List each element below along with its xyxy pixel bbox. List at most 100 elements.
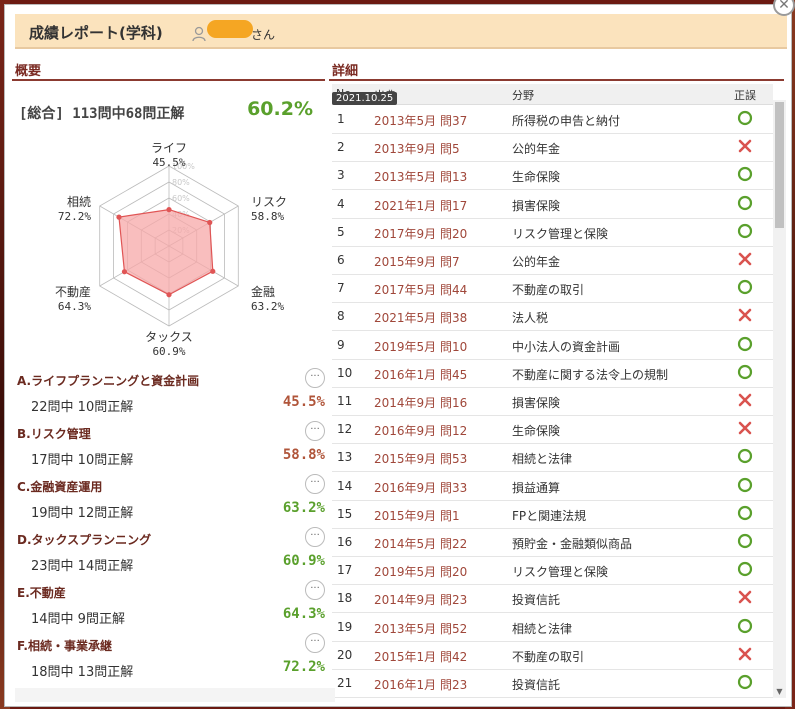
- wrong-icon: [738, 309, 752, 322]
- category-score: 23問中 14問正解: [31, 559, 134, 574]
- row-source-link[interactable]: 2017年5月 問44: [374, 281, 467, 298]
- table-row[interactable]: 11 2014年9月 問16 損害保険: [332, 387, 773, 416]
- more-button[interactable]: ···: [305, 580, 325, 600]
- table-row[interactable]: 19 2013年5月 問52 相続と法律: [332, 613, 773, 642]
- row-source-link[interactable]: 2014年9月 問23: [374, 591, 467, 608]
- category-title: B.リスク管理: [17, 427, 91, 441]
- row-number: 16: [337, 535, 353, 549]
- correct-icon: [737, 110, 753, 126]
- row-source-link[interactable]: 2014年9月 問16: [374, 394, 467, 411]
- radar-point: [210, 268, 216, 274]
- row-field: リスク管理と保険: [512, 565, 609, 580]
- row-field: 生命保険: [512, 170, 561, 185]
- table-row[interactable]: 1 2013年5月 問37 所得税の申告と納付: [332, 105, 773, 134]
- wrong-icon: [738, 139, 752, 153]
- row-number: 8: [337, 309, 345, 324]
- table-row[interactable]: 3 2013年5月 問13 生命保険: [332, 161, 773, 191]
- category-percent: 64.3%: [282, 606, 325, 622]
- table-row[interactable]: 9 2019年5月 問10 中小法人の資金計画: [332, 331, 773, 360]
- category-score: 14問中 9問正解: [31, 612, 125, 627]
- radar-grid-label: 80%: [172, 178, 190, 187]
- radar-point: [166, 292, 172, 298]
- table-row[interactable]: 21 2016年1月 問23 投資信託: [332, 669, 773, 698]
- detail-table: No 出典 分野 正誤 1 2013年5月 問37 所得税の申告と納付 2 2013年9…: [332, 84, 773, 698]
- row-number: 3: [337, 168, 345, 183]
- summary-section-title: 概要: [15, 64, 42, 79]
- table-row[interactable]: 2 2013年9月 問5 公的年金: [332, 133, 773, 163]
- row-source-link[interactable]: 2016年9月 問33: [374, 479, 467, 496]
- more-button[interactable]: ···: [305, 633, 325, 653]
- radar-axis-percent: 60.9%: [152, 345, 185, 355]
- more-button[interactable]: ···: [305, 474, 325, 494]
- table-row[interactable]: 6 2015年9月 問7 公的年金: [332, 246, 773, 275]
- row-source-link[interactable]: 2013年5月 問13: [374, 168, 467, 185]
- row-source-link[interactable]: 2015年1月 問42: [374, 648, 467, 665]
- row-number: 10: [337, 365, 353, 380]
- table-header: No 出典 分野 正誤: [332, 84, 773, 105]
- table-row[interactable]: 15 2015年9月 問1 FPと関連法規: [332, 500, 773, 529]
- table-row[interactable]: 13 2015年9月 問53 相続と法律: [332, 443, 773, 473]
- wrong-icon: [738, 421, 752, 435]
- scroll-thumb[interactable]: [775, 102, 784, 228]
- table-row[interactable]: 17 2019年5月 問20 リスク管理と保険: [332, 556, 773, 586]
- table-row[interactable]: 14 2016年9月 問33 損益通算: [332, 472, 773, 501]
- correct-icon: [737, 477, 753, 492]
- radar-axis-label: リスク: [251, 195, 287, 209]
- wrong-icon: [738, 393, 752, 407]
- row-source-link[interactable]: 2016年9月 問12: [374, 422, 467, 439]
- radar-axis-label: 金融: [251, 284, 275, 299]
- table-row[interactable]: 10 2016年1月 問45 不動産に関する法令上の規制: [332, 359, 773, 388]
- row-source-link[interactable]: 2016年1月 問23: [374, 676, 467, 693]
- radar-axis-percent: 64.3%: [58, 300, 91, 313]
- correct-icon: [737, 674, 753, 690]
- row-source-link[interactable]: 2019年5月 問20: [374, 563, 467, 580]
- radar-axis-percent: 72.2%: [58, 210, 91, 223]
- radar-score-area: [118, 208, 214, 296]
- row-source-link[interactable]: 2013年9月 問5: [374, 140, 460, 157]
- detail-section-title: 詳細: [332, 64, 359, 79]
- row-field: 公的年金: [512, 255, 561, 269]
- row-source-link[interactable]: 2019年5月 問10: [374, 338, 467, 355]
- row-source-link[interactable]: 2015年9月 問53: [374, 450, 467, 467]
- row-source-link[interactable]: 2013年5月 問52: [374, 620, 467, 637]
- category-score: 18問中 13問正解: [31, 665, 134, 680]
- row-source-link[interactable]: 2021年5月 問38: [374, 309, 467, 326]
- row-number: 14: [337, 478, 353, 493]
- row-number: 12: [337, 422, 353, 437]
- table-row[interactable]: 16 2014年5月 問22 預貯金・金融類似商品: [332, 528, 773, 557]
- more-button[interactable]: ···: [305, 421, 325, 441]
- overall-score: [総合] 113問中68問正解: [19, 106, 185, 122]
- row-source-link[interactable]: 2021年1月 問17: [374, 197, 467, 214]
- table-row[interactable]: 20 2015年1月 問42 不動産の取引: [332, 641, 773, 670]
- category-title: A.ライフプランニングと資金計画: [17, 374, 200, 388]
- table-row[interactable]: 5 2017年9月 問20 リスク管理と保険: [332, 218, 773, 247]
- table-row[interactable]: 7 2017年5月 問44 不動産の取引: [332, 274, 773, 304]
- detail-divider: [329, 79, 784, 81]
- row-source-link[interactable]: 2013年5月 問37: [374, 112, 467, 129]
- table-row[interactable]: 8 2021年5月 問38 法人税: [332, 302, 773, 332]
- radar-chart: 20%40%60%80%100%ライフ45.5%リスク58.8%金融63.2%タ…: [55, 141, 287, 355]
- category-score: 17問中 10問正解: [31, 453, 134, 468]
- more-button[interactable]: ···: [305, 527, 325, 547]
- more-button[interactable]: ···: [305, 368, 325, 388]
- table-row[interactable]: 4 2021年1月 問17 損害保険: [332, 190, 773, 219]
- row-source-link[interactable]: 2017年9月 問20: [374, 225, 467, 242]
- row-source-link[interactable]: 2016年1月 問45: [374, 366, 467, 383]
- row-number: 17: [337, 563, 353, 578]
- title-bar: 成績レポート(学科) さん: [15, 14, 787, 49]
- table-row[interactable]: 12 2016年9月 問12 生命保険: [332, 415, 773, 445]
- row-number: 4: [337, 196, 345, 211]
- row-field: 生命保険: [512, 424, 561, 439]
- row-number: 9: [337, 337, 345, 352]
- row-source-link[interactable]: 2015年9月 問7: [374, 253, 460, 270]
- wrong-icon: [738, 591, 752, 604]
- scroll-down-arrow[interactable]: ▼: [773, 686, 786, 698]
- table-row[interactable]: 18 2014年9月 問23 投資信託: [332, 584, 773, 614]
- row-source-link[interactable]: 2014年5月 問22: [374, 535, 467, 552]
- user-icon: [192, 26, 206, 42]
- table-scrollbar[interactable]: ▲ ▼: [773, 100, 786, 698]
- row-source-link[interactable]: 2015年9月 問1: [374, 507, 460, 524]
- row-field: 損害保険: [512, 396, 561, 410]
- redacted-username: [207, 20, 253, 38]
- radar-point: [166, 207, 172, 213]
